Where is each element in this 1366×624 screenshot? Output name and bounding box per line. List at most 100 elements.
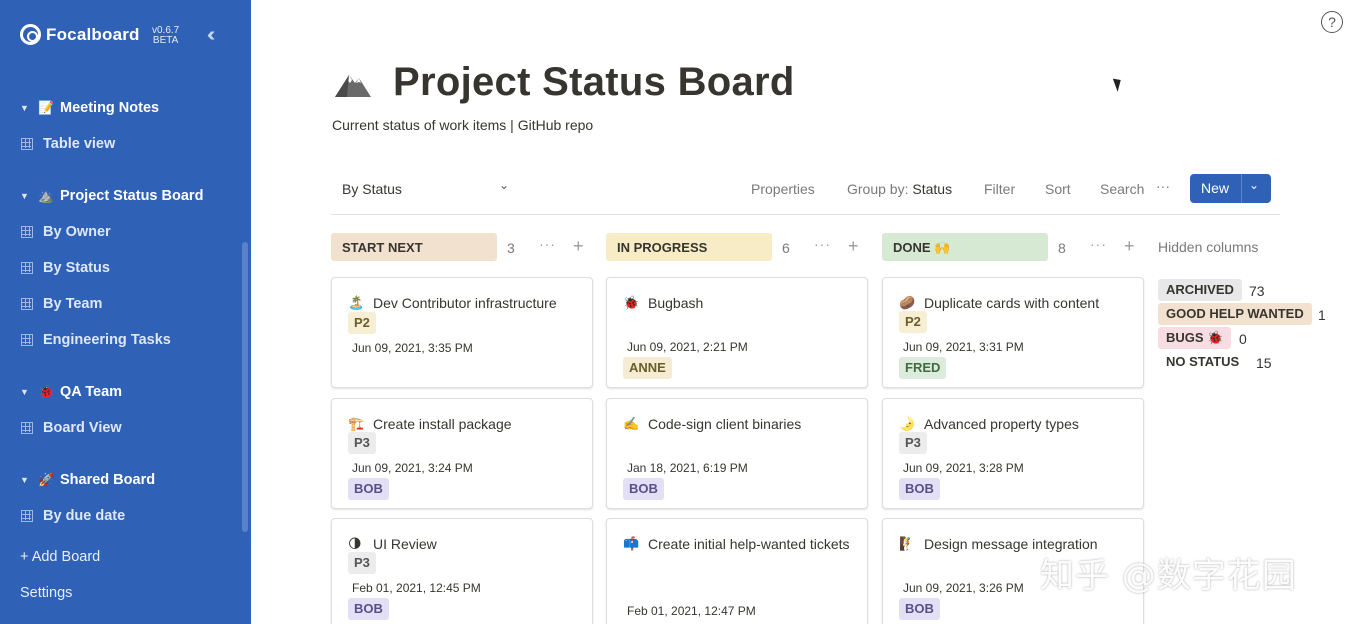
card[interactable]: ✍️ Code-sign client binaries Jan 18, 2021… xyxy=(606,398,868,509)
sidebar-view-by-due-date[interactable]: By due date xyxy=(21,508,125,524)
group-by-button[interactable]: Group by: Status xyxy=(847,181,952,197)
chevron-down-icon[interactable]: ⌄ xyxy=(499,178,509,192)
card-title-text: Bugbash xyxy=(648,295,704,311)
caret-down-icon[interactable]: ▼ xyxy=(20,475,38,485)
sidebar-board-shared-board[interactable]: ▼ 🚀 Shared Board xyxy=(20,472,155,488)
add-card-icon[interactable]: + xyxy=(573,236,584,257)
version-tag: BETA xyxy=(152,35,179,46)
hidden-column-count: 1 xyxy=(1318,307,1326,323)
column-count: 6 xyxy=(782,240,790,256)
version-label: v0.6.7 BETA xyxy=(152,26,179,46)
page-title[interactable]: Project Status Board xyxy=(393,60,795,105)
card[interactable]: 🌛 Advanced property types P3 Jun 09, 2021… xyxy=(882,398,1144,509)
sort-button[interactable]: Sort xyxy=(1045,181,1071,197)
help-icon[interactable]: ? xyxy=(1321,11,1343,33)
more-options-icon[interactable]: ··· xyxy=(1090,236,1107,252)
add-card-icon[interactable]: + xyxy=(848,236,859,257)
card[interactable]: 🏗️ Create install package P3 Jun 09, 2021… xyxy=(331,398,593,509)
bug-icon: 🐞 xyxy=(623,295,640,310)
search-button[interactable]: Search xyxy=(1100,181,1144,197)
button-divider xyxy=(1241,174,1242,203)
caret-down-icon[interactable]: ▼ xyxy=(20,387,38,397)
card-title: 📫 Create initial help-wanted tickets xyxy=(623,532,859,556)
card[interactable]: 🏝️ Dev Contributor infrastructure P2 Jun … xyxy=(331,277,593,388)
card-title-text: UI Review xyxy=(373,536,437,552)
mailbox-icon: 📫 xyxy=(623,536,640,551)
caret-down-icon[interactable]: ▼ xyxy=(20,191,38,201)
hidden-column-count: 73 xyxy=(1249,283,1265,299)
page-description[interactable]: Current status of work items | GitHub re… xyxy=(332,117,593,133)
sidebar-board-label: QA Team xyxy=(60,384,123,400)
sidebar-view-by-status[interactable]: By Status xyxy=(21,260,110,276)
card[interactable]: 🥔 Duplicate cards with content P2 Jun 09,… xyxy=(882,277,1144,388)
sidebar-view-label: Board View xyxy=(43,420,122,436)
more-options-icon[interactable]: ··· xyxy=(814,236,831,252)
priority-badge: P3 xyxy=(348,552,376,574)
sidebar-board-label: Meeting Notes xyxy=(60,100,160,116)
sidebar: Focalboard v0.6.7 BETA ‹‹ ▼ 📝 Meeting No… xyxy=(0,0,251,624)
sidebar-view-label: By Status xyxy=(43,260,110,276)
group-by-value: Status xyxy=(912,181,953,197)
column-label[interactable]: START NEXT xyxy=(331,233,497,261)
person-badge: BOB xyxy=(348,478,389,500)
focalboard-logo-icon xyxy=(20,24,41,45)
card-title-text: Dev Contributor infrastructure xyxy=(373,295,557,311)
sidebar-board-project-status[interactable]: ▼ ⛰️ Project Status Board xyxy=(20,188,203,204)
bug-icon: 🐞 xyxy=(38,384,55,399)
table-icon xyxy=(21,138,33,150)
settings-button[interactable]: Settings xyxy=(20,585,72,601)
sidebar-view-table-view[interactable]: Table view xyxy=(21,136,115,152)
card-title-text: Advanced property types xyxy=(924,416,1079,432)
app-logo[interactable]: Focalboard xyxy=(20,24,140,45)
add-board-button[interactable]: + Add Board xyxy=(20,549,100,565)
hidden-column-count: 15 xyxy=(1256,355,1272,371)
sidebar-view-by-owner[interactable]: By Owner xyxy=(21,224,111,240)
card-title-text: Create install package xyxy=(373,416,512,432)
hidden-column-archived[interactable]: ARCHIVED xyxy=(1158,279,1242,301)
priority-badge: P2 xyxy=(348,312,376,334)
card-date: Jan 18, 2021, 6:19 PM xyxy=(627,461,748,475)
writing-hand-icon: ✍️ xyxy=(623,416,640,431)
hidden-column-bugs[interactable]: BUGS 🐞 xyxy=(1158,327,1232,349)
chevron-down-icon[interactable]: ⌄ xyxy=(1249,178,1259,192)
filter-button[interactable]: Filter xyxy=(984,181,1015,197)
sidebar-view-label: Engineering Tasks xyxy=(43,332,171,348)
card-title: 🐞 Bugbash xyxy=(623,291,859,315)
card-title-text: Duplicate cards with content xyxy=(924,295,1100,311)
card[interactable]: 🐞 Bugbash Jun 09, 2021, 2:21 PM ANNE xyxy=(606,277,868,388)
column-label[interactable]: IN PROGRESS xyxy=(606,233,772,261)
app-name: Focalboard xyxy=(46,24,140,44)
caret-down-icon[interactable]: ▼ xyxy=(20,103,38,113)
card-title: 🌛 Advanced property types xyxy=(899,412,1135,436)
mountain-icon: ⛰️ xyxy=(38,188,55,203)
hidden-column-count: 0 xyxy=(1239,331,1247,347)
card[interactable]: 📫 Create initial help-wanted tickets Feb … xyxy=(606,518,868,624)
page-header: Project Status Board xyxy=(333,60,795,105)
person-badge: BOB xyxy=(348,598,389,620)
column-label[interactable]: DONE 🙌 xyxy=(882,233,1048,261)
board-view-icon xyxy=(21,262,33,274)
hidden-column-good-help-wanted[interactable]: GOOD HELP WANTED xyxy=(1158,303,1312,325)
add-card-icon[interactable]: + xyxy=(1124,236,1135,257)
sidebar-view-engineering-tasks[interactable]: Engineering Tasks xyxy=(21,332,171,348)
sidebar-board-label: Shared Board xyxy=(60,472,156,488)
sidebar-board-meeting-notes[interactable]: ▼ 📝 Meeting Notes xyxy=(20,100,159,116)
sidebar-board-qa-team[interactable]: ▼ 🐞 QA Team xyxy=(20,384,122,400)
toolbar-divider xyxy=(331,214,1280,215)
sidebar-scrollbar[interactable] xyxy=(242,242,248,532)
climber-icon: 🧗 xyxy=(899,536,916,551)
hidden-column-no-status[interactable]: NO STATUS xyxy=(1158,351,1247,373)
sidebar-view-by-team[interactable]: By Team xyxy=(21,296,102,312)
sidebar-view-label: By Team xyxy=(43,296,103,312)
double-chevron-left-icon[interactable]: ‹‹ xyxy=(207,24,216,47)
view-selector[interactable]: By Status xyxy=(342,181,402,197)
more-options-icon[interactable]: ··· xyxy=(539,236,556,252)
sidebar-view-board-view[interactable]: Board View xyxy=(21,420,122,436)
new-card-button[interactable]: New ⌄ xyxy=(1190,174,1271,203)
properties-button[interactable]: Properties xyxy=(751,181,815,197)
person-badge: BOB xyxy=(899,478,940,500)
more-options-icon[interactable]: ··· xyxy=(1156,178,1170,194)
card-title: 🥔 Duplicate cards with content xyxy=(899,291,1135,315)
card[interactable]: 🌗 UI Review P3 Feb 01, 2021, 12:45 PM BOB xyxy=(331,518,593,624)
card-date: Jun 09, 2021, 3:26 PM xyxy=(903,581,1024,595)
